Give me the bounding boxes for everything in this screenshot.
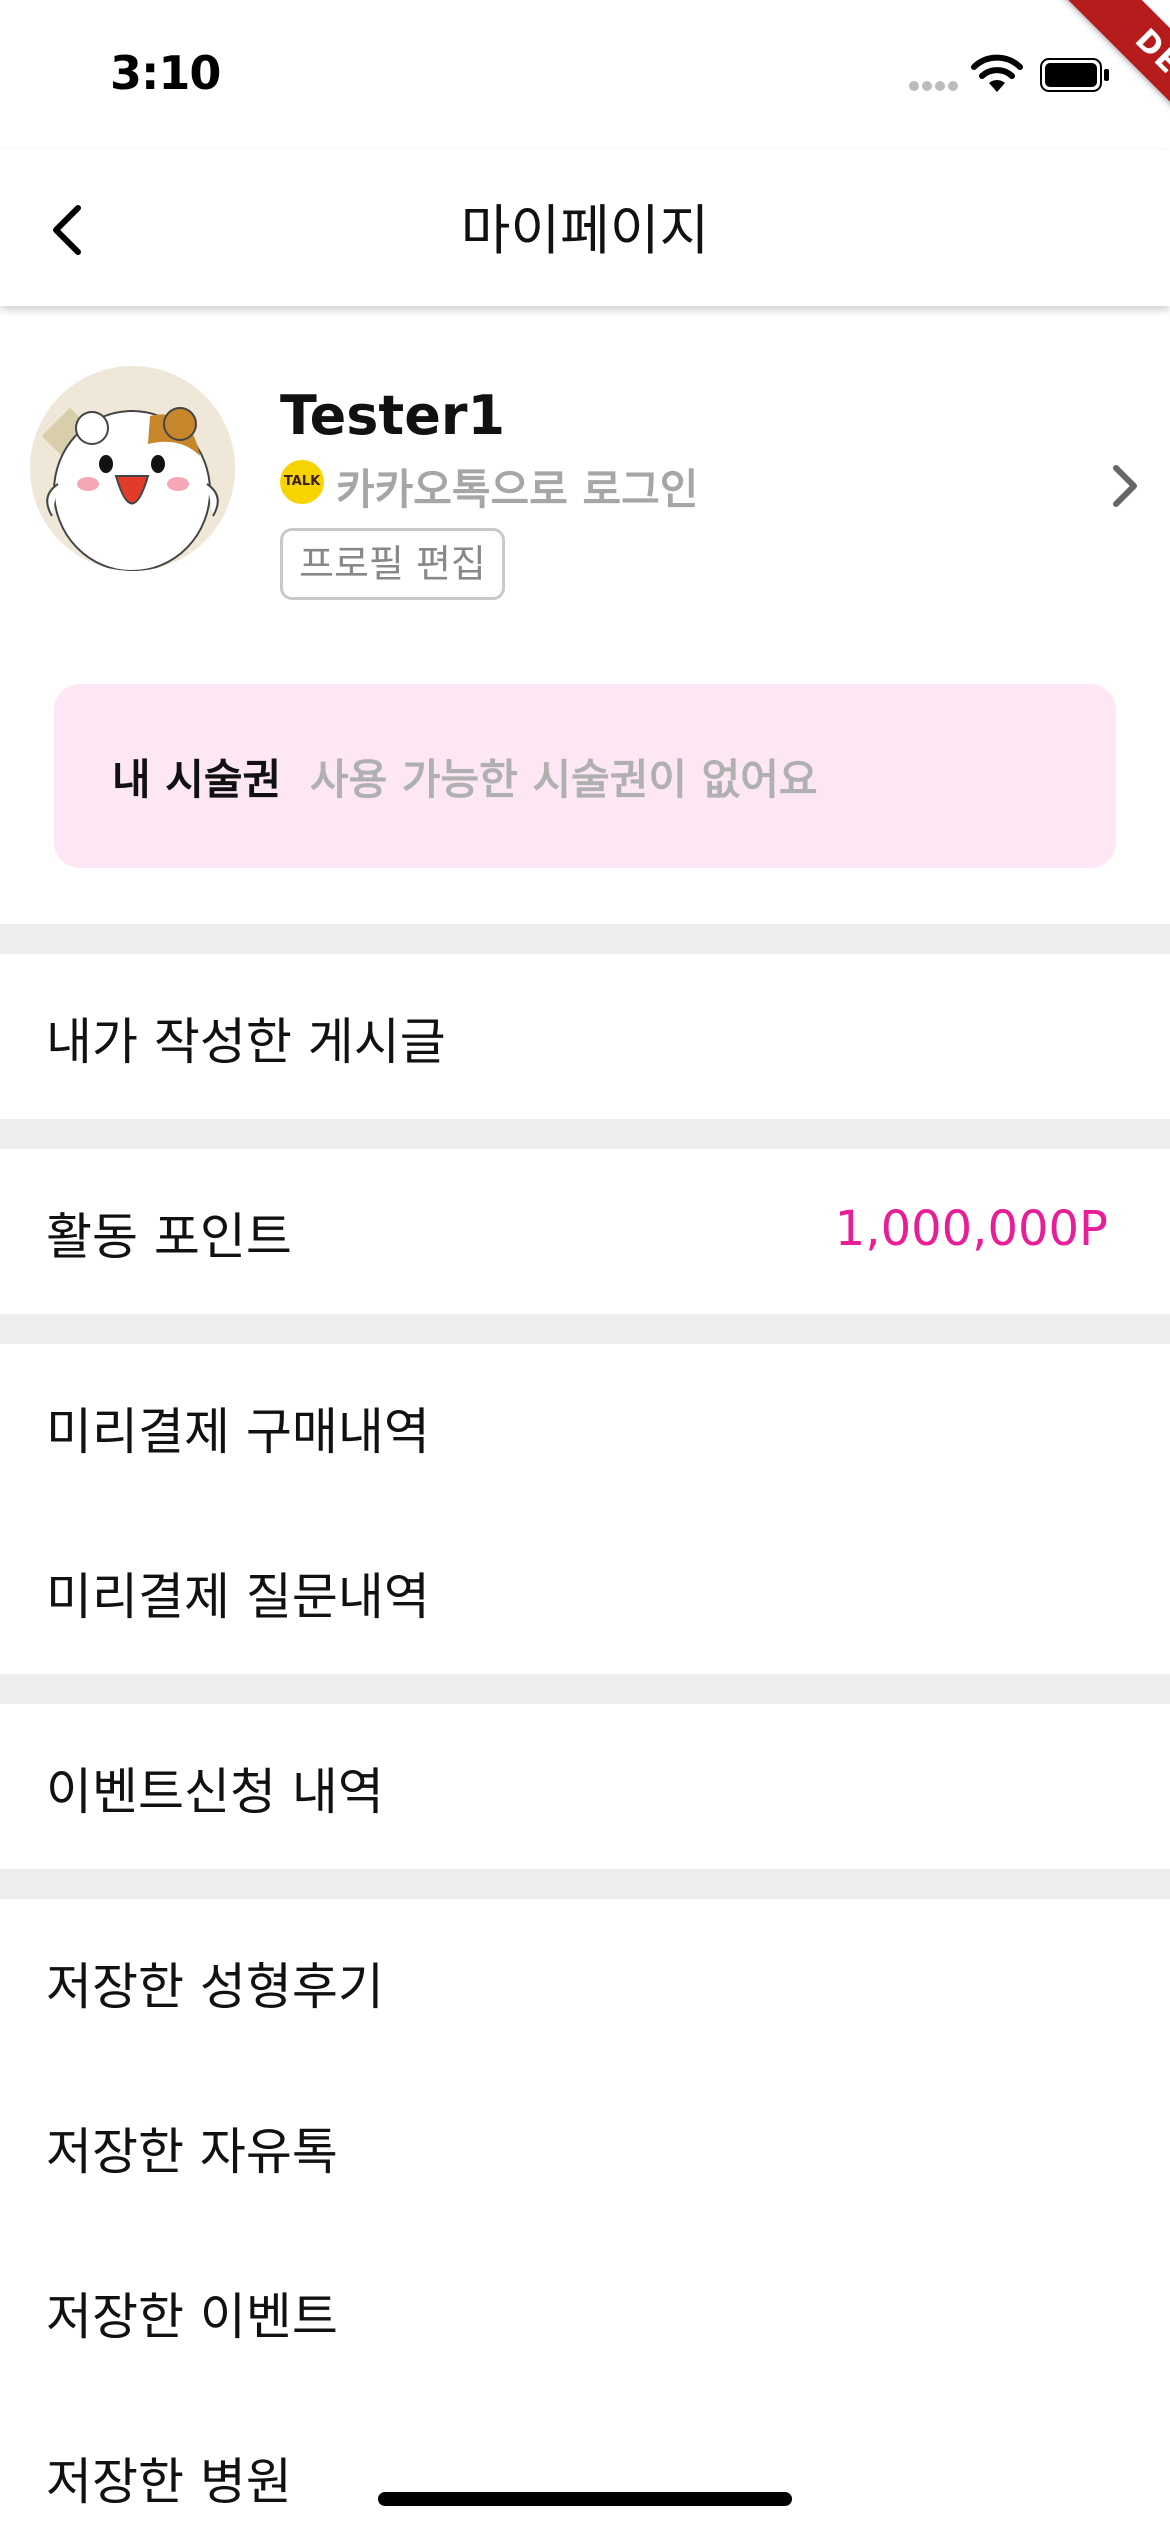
profile-name: Tester1 [280, 384, 506, 447]
avatar [30, 366, 235, 571]
activity-points-value: 1,000,000P [834, 1201, 1108, 1257]
status-bar: 3:10 DEBUG [0, 0, 1170, 219]
coupon-label: 내 시술권 [112, 755, 282, 804]
my-coupon-card[interactable]: 내 시술권 사용 가능한 시술권이 없어요 [54, 684, 1116, 868]
app-bar: 마이페이지 [0, 150, 1170, 306]
chevron-right-icon[interactable] [1100, 456, 1148, 516]
menu-label: 저장한 성형후기 [46, 1958, 384, 2016]
menu-label: 저장한 이벤트 [46, 2288, 338, 2346]
coupon-status: 사용 가능한 시술권이 없어요 [310, 755, 818, 804]
menu-item-saved-events[interactable]: 저장한 이벤트 [0, 2229, 1170, 2394]
section-divider [0, 1119, 1170, 1149]
menu-label: 저장한 자유톡 [46, 2123, 338, 2181]
section-divider [0, 1314, 1170, 1344]
battery-icon [1040, 58, 1109, 92]
home-indicator[interactable] [378, 2492, 792, 2506]
edit-profile-button[interactable]: 프로필 편집 [280, 528, 505, 600]
kakao-talk-icon: TALK [280, 460, 324, 504]
menu-item-saved-free-talk[interactable]: 저장한 자유톡 [0, 2064, 1170, 2229]
hamster-avatar-image [30, 366, 235, 571]
profile-section[interactable]: Tester1 TALK 카카오톡으로 로그인 프로필 편집 [0, 306, 1170, 646]
section-divider [0, 1674, 1170, 1704]
menu-label: 미리결제 구매내역 [46, 1403, 430, 1461]
menu-label: 이벤트신청 내역 [46, 1763, 384, 1821]
menu-item-my-posts[interactable]: 내가 작성한 게시글 [0, 954, 1170, 1119]
menu-label: 미리결제 질문내역 [46, 1568, 430, 1626]
cellular-signal-icon [909, 81, 958, 91]
page-title: 마이페이지 [460, 199, 710, 262]
menu-item-saved-hospitals[interactable]: 저장한 병원 [0, 2394, 1170, 2532]
section-divider [0, 924, 1170, 954]
status-time: 3:10 [110, 46, 221, 100]
menu-item-activity-points[interactable]: 활동 포인트 1,000,000P [0, 1149, 1170, 1314]
section-divider [0, 1869, 1170, 1899]
menu-item-saved-reviews[interactable]: 저장한 성형후기 [0, 1899, 1170, 2064]
wifi-icon [971, 54, 1023, 92]
menu-item-prepay-purchase-history[interactable]: 미리결제 구매내역 [0, 1344, 1170, 1509]
menu-item-prepay-question-history[interactable]: 미리결제 질문내역 [0, 1509, 1170, 1674]
menu-label: 내가 작성한 게시글 [46, 1013, 446, 1071]
menu-item-event-application-history[interactable]: 이벤트신청 내역 [0, 1704, 1170, 1869]
login-method-text: 카카오톡으로 로그인 [336, 465, 699, 514]
menu-label: 활동 포인트 [46, 1208, 292, 1266]
menu-label: 저장한 병원 [46, 2453, 292, 2511]
